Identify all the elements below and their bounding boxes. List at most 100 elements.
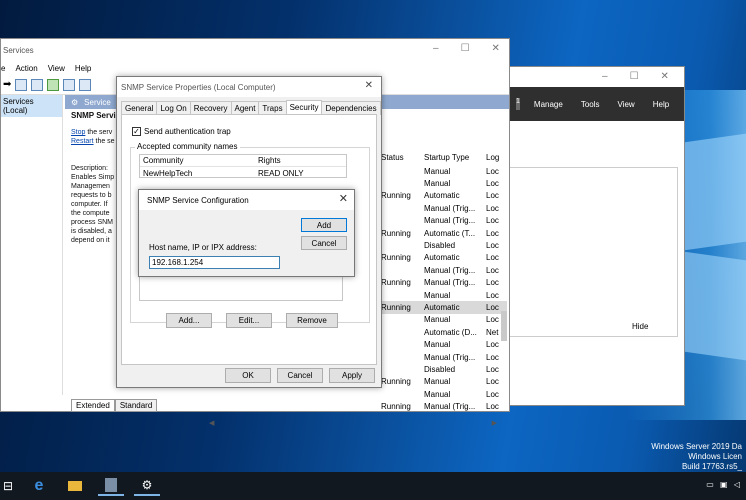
checkmark-icon[interactable]: ✓ <box>132 127 141 136</box>
refresh-icon[interactable] <box>47 78 60 91</box>
table-row[interactable]: Running Automatic (T... Loc <box>377 227 507 239</box>
ok-button[interactable]: OK <box>225 368 271 383</box>
tab-extended[interactable]: Extended <box>71 399 115 412</box>
services-horizontal-scrollbar[interactable]: ◀ ▶ <box>121 419 501 429</box>
tab-dependencies[interactable]: Dependencies <box>321 101 381 115</box>
cell-startup-type: Manual (Trig... <box>424 216 476 226</box>
table-row[interactable]: Manual Loc <box>377 338 507 350</box>
send-auth-trap-checkbox[interactable]: ✓ Send authentication trap <box>132 127 231 136</box>
table-row[interactable]: Running Automatic Loc <box>377 190 507 202</box>
column-header-startup-type[interactable]: Startup Type <box>424 153 486 162</box>
table-row[interactable]: Manual (Trig... Loc <box>377 202 507 214</box>
services-vertical-scrollbar[interactable] <box>499 151 509 425</box>
minimize-icon[interactable]: – <box>602 71 608 82</box>
table-row[interactable]: Running Manual (Trig... Loc <box>377 400 507 412</box>
menu-file[interactable]: e <box>1 64 5 73</box>
scroll-right-icon[interactable]: ▶ <box>492 419 497 427</box>
host-address-input[interactable] <box>149 256 280 269</box>
table-row[interactable]: Manual (Trig... Loc <box>377 351 507 363</box>
table-row[interactable]: Manual Loc <box>377 314 507 326</box>
close-icon[interactable]: ✕ <box>661 71 669 82</box>
group-label: Accepted community names <box>135 142 240 151</box>
menu-view[interactable]: View <box>48 64 65 73</box>
services-window-controls: – ☐ ✕ <box>433 43 500 54</box>
dialog-title: SNMP Service Properties (Local Computer) <box>121 82 276 92</box>
menu-help[interactable]: Help <box>75 64 91 73</box>
table-row[interactable]: Disabled Loc <box>377 239 507 251</box>
tab-log-on[interactable]: Log On <box>156 101 191 115</box>
file-explorer-icon[interactable] <box>62 476 88 496</box>
build-info-line-3: Build 17763.rs5_ <box>681 462 742 471</box>
server-manager-icon[interactable] <box>98 476 124 496</box>
remove-host-button[interactable]: Remove <box>286 313 338 328</box>
maximize-icon[interactable]: ☐ <box>461 43 470 54</box>
tab-traps[interactable]: Traps <box>258 101 287 115</box>
menu-help[interactable]: Help <box>653 100 669 109</box>
cell-startup-type: Manual <box>424 389 451 399</box>
close-icon[interactable]: ✕ <box>339 192 348 205</box>
edge-icon[interactable]: e <box>26 476 52 496</box>
minimize-icon[interactable]: – <box>433 43 439 54</box>
menu-view[interactable]: View <box>618 100 635 109</box>
cell-startup-type: Manual <box>424 290 451 300</box>
column-header-rights[interactable]: Rights <box>258 156 281 165</box>
task-view-icon[interactable]: ⊟ <box>0 476 16 496</box>
add-button[interactable]: Add <box>301 218 347 232</box>
help-icon[interactable] <box>79 78 92 91</box>
menu-action[interactable]: Action <box>15 64 37 73</box>
table-row[interactable]: Disabled Loc <box>377 363 507 375</box>
cancel-button[interactable]: Cancel <box>301 236 347 250</box>
table-row[interactable]: Manual (Trig... Loc <box>377 264 507 276</box>
tab-recovery[interactable]: Recovery <box>189 101 232 115</box>
table-row[interactable]: Manual Loc <box>377 388 507 400</box>
restart-service-link[interactable]: Restart <box>71 138 94 145</box>
console-tree-icon[interactable] <box>15 78 28 91</box>
apply-button[interactable]: Apply <box>329 368 375 383</box>
table-row[interactable]: Manual Loc <box>377 177 507 189</box>
build-info-line-1: Windows Server 2019 Da <box>651 442 742 451</box>
community-row[interactable]: NewHelpTech READ ONLY <box>140 167 346 179</box>
server-manager-titlebar: – ☐ ✕ <box>506 67 684 87</box>
tab-security[interactable]: Security <box>285 100 323 114</box>
tree-item-services-local[interactable]: Services (Local) <box>1 95 62 117</box>
cell-status: Running <box>381 402 411 412</box>
scroll-left-icon[interactable]: ◀ <box>209 419 214 427</box>
services-titlebar: Services – ☐ ✕ <box>1 39 509 61</box>
table-row[interactable]: Running Automatic Loc <box>377 301 507 314</box>
table-row[interactable]: Manual Loc <box>377 289 507 301</box>
tab-general[interactable]: General <box>121 101 158 115</box>
tab-standard[interactable]: Standard <box>114 399 158 412</box>
column-header-community[interactable]: Community <box>140 156 258 165</box>
edit-host-button[interactable]: Edit... <box>226 313 272 328</box>
services-icon[interactable]: ⚙ <box>134 476 160 496</box>
network-icon[interactable]: ▣ <box>720 480 730 489</box>
properties-icon[interactable] <box>31 78 44 91</box>
table-row[interactable]: Manual Loc <box>377 165 507 177</box>
hide-link[interactable]: Hide <box>632 322 648 331</box>
stop-service-link[interactable]: Stop <box>71 129 85 136</box>
menu-tools[interactable]: Tools <box>581 100 600 109</box>
export-icon[interactable] <box>63 78 76 91</box>
volume-icon[interactable]: ◁ <box>734 480 742 489</box>
scrollbar-thumb[interactable] <box>501 311 507 341</box>
tab-agent[interactable]: Agent <box>230 101 260 115</box>
table-row[interactable]: Running Automatic Loc <box>377 252 507 264</box>
column-header-status[interactable]: Status <box>377 153 424 162</box>
table-row[interactable]: Running Manual (Trig... Loc <box>377 277 507 289</box>
host-buttons: Add... Edit... Remove <box>166 313 338 328</box>
cancel-button[interactable]: Cancel <box>277 368 323 383</box>
maximize-icon[interactable]: ☐ <box>630 71 639 82</box>
battery-icon[interactable]: ▭ <box>706 480 716 489</box>
close-icon[interactable]: ✕ <box>365 80 373 91</box>
forward-arrow-icon[interactable]: ➡ <box>3 79 11 90</box>
cell-status: Running <box>381 278 411 288</box>
cell-startup-type: Automatic <box>424 191 460 201</box>
close-icon[interactable]: ✕ <box>492 43 500 54</box>
table-row[interactable]: Running Manual Loc <box>377 376 507 388</box>
add-host-button[interactable]: Add... <box>166 313 212 328</box>
table-row[interactable]: Manual (Trig... Loc <box>377 215 507 227</box>
cell-startup-type: Automatic <box>424 302 460 312</box>
menu-manage[interactable]: Manage <box>534 100 563 109</box>
notification-flag-icon[interactable]: 1 <box>516 98 520 110</box>
table-row[interactable]: Automatic (D... Net <box>377 326 507 338</box>
